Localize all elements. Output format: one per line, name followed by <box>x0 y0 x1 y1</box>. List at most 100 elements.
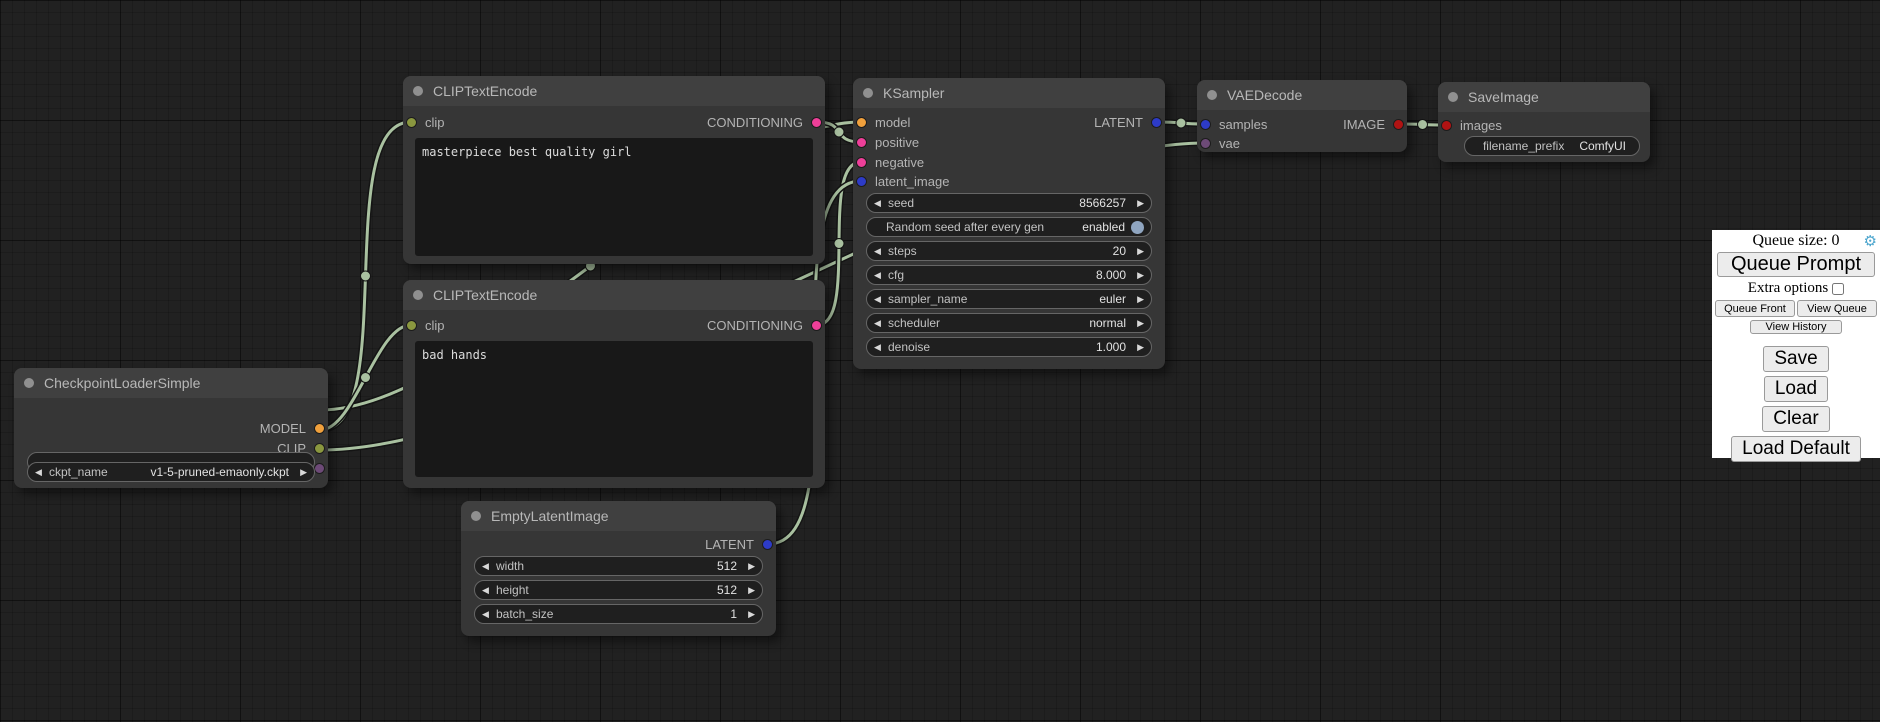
latent-output-dot[interactable] <box>1151 117 1162 128</box>
file-buttons-group: Save Load Clear Load Default <box>1731 346 1861 462</box>
output-slot-image: IMAGE <box>1197 116 1407 132</box>
sampler-name-combo-widget[interactable]: ◀ sampler_name euler ▶ <box>866 289 1152 309</box>
comfy-menu-panel: Queue size: 0 ⚙ Queue Prompt Extra optio… <box>1712 230 1880 458</box>
batch-size-number-widget[interactable]: ◀ batch_size 1 ▶ <box>474 604 763 624</box>
decrement-arrow-icon[interactable]: ◀ <box>874 342 886 353</box>
node-title: CLIPTextEncode <box>433 83 537 99</box>
queue-prompt-button[interactable]: Queue Prompt <box>1717 252 1875 277</box>
node-title-bar[interactable]: SaveImage <box>1438 82 1650 112</box>
node-empty-latent-image[interactable]: EmptyLatentImage LATENT ◀ width 512 ▶ ◀ … <box>461 501 776 636</box>
widget-label: width <box>494 559 711 573</box>
collapse-dot-icon[interactable] <box>413 86 423 96</box>
height-number-widget[interactable]: ◀ height 512 ▶ <box>474 580 763 600</box>
increment-arrow-icon[interactable]: ▶ <box>1132 342 1144 353</box>
input-slot-vae: vae <box>1197 135 1407 151</box>
widget-value: normal <box>1083 316 1132 330</box>
widget-value: euler <box>1093 292 1132 306</box>
decrement-arrow-icon[interactable]: ◀ <box>874 246 886 257</box>
combo-right-arrow-icon[interactable]: ▶ <box>295 467 307 478</box>
combo-right-arrow-icon[interactable]: ▶ <box>1132 294 1144 305</box>
node-save-image[interactable]: SaveImage images filename_prefix ComfyUI <box>1438 82 1650 162</box>
decrement-arrow-icon[interactable]: ◀ <box>482 561 494 572</box>
combo-right-arrow-icon[interactable]: ▶ <box>1132 318 1144 329</box>
scheduler-combo-widget[interactable]: ◀ scheduler normal ▶ <box>866 313 1152 333</box>
widget-value: v1-5-pruned-emaonly.ckpt <box>144 465 295 479</box>
combo-left-arrow-icon[interactable]: ◀ <box>874 294 886 305</box>
collapse-dot-icon[interactable] <box>413 290 423 300</box>
decrement-arrow-icon[interactable]: ◀ <box>482 585 494 596</box>
clip-output-dot[interactable] <box>314 443 325 454</box>
queue-front-button[interactable]: Queue Front <box>1715 300 1795 317</box>
node-title-bar[interactable]: EmptyLatentImage <box>461 501 776 531</box>
collapse-dot-icon[interactable] <box>24 378 34 388</box>
conditioning-output-dot[interactable] <box>811 117 822 128</box>
toggle-on-dot[interactable] <box>1131 221 1144 234</box>
save-button[interactable]: Save <box>1763 346 1828 372</box>
input-slot-negative: negative <box>853 154 1165 170</box>
view-queue-button[interactable]: View Queue <box>1797 300 1877 317</box>
cfg-number-widget[interactable]: ◀ cfg 8.000 ▶ <box>866 265 1152 285</box>
node-ksampler[interactable]: KSampler model positive negative latent_… <box>853 78 1165 369</box>
slot-label: images <box>1460 118 1502 133</box>
node-title-bar[interactable]: CLIPTextEncode <box>403 76 825 106</box>
node-clip-text-encode-negative[interactable]: CLIPTextEncode clip CONDITIONING bad han… <box>403 280 825 488</box>
decrement-arrow-icon[interactable]: ◀ <box>482 609 494 620</box>
increment-arrow-icon[interactable]: ▶ <box>1132 270 1144 281</box>
load-button[interactable]: Load <box>1764 376 1828 402</box>
model-output-dot[interactable] <box>314 423 325 434</box>
vae-output-dot[interactable] <box>314 463 325 474</box>
increment-arrow-icon[interactable]: ▶ <box>743 609 755 620</box>
denoise-number-widget[interactable]: ◀ denoise 1.000 ▶ <box>866 337 1152 357</box>
increment-arrow-icon[interactable]: ▶ <box>1132 198 1144 209</box>
node-title: KSampler <box>883 85 944 101</box>
node-title-bar[interactable]: KSampler <box>853 78 1165 108</box>
slot-label: IMAGE <box>1343 117 1385 132</box>
node-title: CLIPTextEncode <box>433 287 537 303</box>
node-title-bar[interactable]: CheckpointLoaderSimple <box>14 368 328 398</box>
widget-value: 512 <box>711 583 743 597</box>
view-history-button[interactable]: View History <box>1750 320 1842 334</box>
node-title-bar[interactable]: CLIPTextEncode <box>403 280 825 310</box>
load-default-button[interactable]: Load Default <box>1731 436 1861 462</box>
images-input-dot[interactable] <box>1441 120 1452 131</box>
random-seed-toggle-widget[interactable]: Random seed after every gen enabled <box>866 217 1152 237</box>
latent-image-input-dot[interactable] <box>856 176 867 187</box>
negative-input-dot[interactable] <box>856 157 867 168</box>
slot-label: LATENT <box>705 537 754 552</box>
combo-left-arrow-icon[interactable]: ◀ <box>874 318 886 329</box>
positive-input-dot[interactable] <box>856 137 867 148</box>
width-number-widget[interactable]: ◀ width 512 ▶ <box>474 556 763 576</box>
prompt-textarea[interactable]: bad hands <box>415 341 813 477</box>
node-clip-text-encode-positive[interactable]: CLIPTextEncode clip CONDITIONING masterp… <box>403 76 825 264</box>
extra-options-label: Extra options <box>1748 280 1828 297</box>
output-slot-conditioning: CONDITIONING <box>403 317 825 333</box>
latent-output-dot[interactable] <box>762 539 773 550</box>
settings-gear-icon[interactable]: ⚙ <box>1864 232 1877 251</box>
collapse-dot-icon[interactable] <box>471 511 481 521</box>
collapse-dot-icon[interactable] <box>1207 90 1217 100</box>
decrement-arrow-icon[interactable]: ◀ <box>874 198 886 209</box>
collapse-dot-icon[interactable] <box>1448 92 1458 102</box>
image-output-dot[interactable] <box>1393 119 1404 130</box>
slot-label: positive <box>875 135 919 150</box>
node-vae-decode[interactable]: VAEDecode samples vae IMAGE <box>1197 80 1407 152</box>
decrement-arrow-icon[interactable]: ◀ <box>874 270 886 281</box>
increment-arrow-icon[interactable]: ▶ <box>743 561 755 572</box>
steps-number-widget[interactable]: ◀ steps 20 ▶ <box>866 241 1152 261</box>
extra-options-checkbox[interactable] <box>1832 283 1844 295</box>
queue-buttons-row: Queue Front View Queue <box>1715 300 1877 317</box>
widget-label: filename_prefix <box>1472 139 1573 153</box>
collapse-dot-icon[interactable] <box>863 88 873 98</box>
vae-input-dot[interactable] <box>1200 138 1211 149</box>
ckpt-name-combo-widget[interactable]: ◀ ckpt_name v1-5-pruned-emaonly.ckpt ▶ <box>27 462 315 482</box>
prompt-textarea[interactable]: masterpiece best quality girl <box>415 138 813 256</box>
filename-prefix-text-widget[interactable]: filename_prefix ComfyUI <box>1464 136 1640 156</box>
clear-button[interactable]: Clear <box>1762 406 1829 432</box>
increment-arrow-icon[interactable]: ▶ <box>743 585 755 596</box>
widget-label: cfg <box>886 268 1090 282</box>
conditioning-output-dot[interactable] <box>811 320 822 331</box>
seed-number-widget[interactable]: ◀ seed 8566257 ▶ <box>866 193 1152 213</box>
node-title-bar[interactable]: VAEDecode <box>1197 80 1407 110</box>
increment-arrow-icon[interactable]: ▶ <box>1132 246 1144 257</box>
combo-left-arrow-icon[interactable]: ◀ <box>35 467 47 478</box>
